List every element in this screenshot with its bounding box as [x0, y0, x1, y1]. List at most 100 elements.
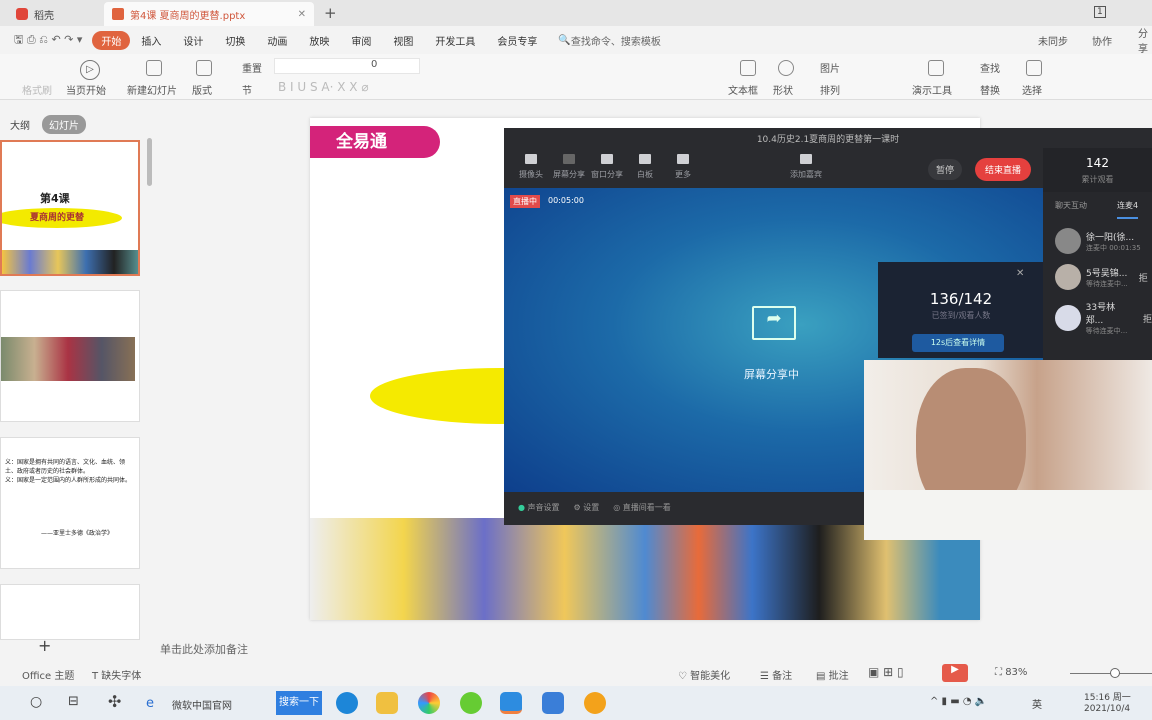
- whiteboard-icon: [639, 154, 651, 164]
- screen-share-button[interactable]: 屏幕分享: [552, 154, 586, 180]
- play-slideshow-button[interactable]: ▶: [942, 664, 968, 682]
- tab-docer[interactable]: 稻壳: [8, 2, 62, 26]
- scrollbar[interactable]: [147, 138, 152, 186]
- grid-icon: [677, 154, 689, 164]
- slide-thumbnail-2[interactable]: [0, 290, 140, 422]
- menu-slideshow[interactable]: 放映: [298, 33, 340, 48]
- window-count-icon[interactable]: 1: [1094, 6, 1106, 18]
- textbox-button[interactable]: 文本框: [728, 82, 758, 97]
- present-tools-button[interactable]: 演示工具: [912, 82, 952, 97]
- theme-label[interactable]: Office 主题: [22, 667, 74, 682]
- reset-button[interactable]: 重置: [242, 60, 262, 75]
- task-view-icon[interactable]: ⊟: [68, 694, 79, 709]
- menu-transition[interactable]: 切换: [214, 33, 256, 48]
- ie-green-icon[interactable]: [460, 692, 482, 714]
- format-painter-button[interactable]: 格式刷: [22, 82, 52, 97]
- file-explorer-icon[interactable]: [376, 692, 398, 714]
- avatar: [1055, 305, 1081, 331]
- avatar: [1055, 228, 1081, 254]
- menu-review[interactable]: 审阅: [340, 33, 382, 48]
- add-guest-button[interactable]: 添加嘉宾: [784, 154, 828, 180]
- end-live-button[interactable]: 结束直播: [975, 158, 1032, 181]
- tab-mic-link[interactable]: 连麦4: [1117, 200, 1139, 219]
- contact-item[interactable]: 33号林郑... 等待连麦中... 拒: [1055, 300, 1152, 336]
- wps-icon[interactable]: [542, 692, 564, 714]
- ie-icon[interactable]: e: [146, 696, 154, 711]
- zoom-level[interactable]: ⛶ 83%: [995, 667, 1027, 678]
- live-app-icon[interactable]: [584, 692, 606, 714]
- tray-icons[interactable]: ^ ▮ ▬ ◔ 🔈: [930, 696, 987, 707]
- shape-button[interactable]: 形状: [773, 82, 793, 97]
- reject-button[interactable]: 拒: [1143, 312, 1152, 325]
- beautify-button[interactable]: ♡ 智能美化: [678, 667, 730, 682]
- reject-button[interactable]: 拒: [1139, 271, 1148, 284]
- window-share-button[interactable]: 窗口分享: [590, 154, 624, 180]
- contact-item[interactable]: 5号吴锦... 等待连麦中... 拒: [1055, 264, 1148, 290]
- cortana-icon[interactable]: ○: [30, 694, 42, 710]
- pause-button[interactable]: 暂停: [928, 159, 963, 180]
- tab-document[interactable]: 第4课 夏商周的更替.pptx ✕: [104, 2, 314, 26]
- new-tab-icon[interactable]: +: [324, 4, 337, 22]
- clock-date[interactable]: 2021/10/4: [1084, 704, 1130, 714]
- camera-button[interactable]: 摄像头: [514, 154, 548, 180]
- close-icon[interactable]: ✕: [1016, 268, 1024, 279]
- preview-button[interactable]: ◎ 直播间看一看: [613, 502, 671, 513]
- view-mode-icons[interactable]: ▣ ⊞ ▯: [868, 665, 904, 679]
- tab-outline[interactable]: 大纲: [10, 117, 30, 132]
- slide-thumbnail-3[interactable]: 义：国家是拥有共同的语言、文化、血统、领土、政府或者历史的社会群体。 义：国家是一…: [0, 437, 140, 569]
- ppt-file-icon: [112, 8, 124, 20]
- menu-member[interactable]: 会员专享: [486, 33, 548, 48]
- sync-status[interactable]: 未同步: [1038, 33, 1068, 48]
- arrange-button[interactable]: 排列: [820, 82, 840, 97]
- new-slide-button[interactable]: 新建幻灯片: [127, 82, 177, 97]
- font-size-field[interactable]: 0: [274, 58, 420, 74]
- view-details-button[interactable]: 12s后查看详情: [912, 334, 1004, 352]
- menu-design[interactable]: 设计: [172, 33, 214, 48]
- live-sidebar: 142 累计观看 聊天互动 连麦4 徐一阳(徐... 连麦中 00:01:35 5…: [1043, 148, 1152, 360]
- feishu-icon[interactable]: [500, 692, 522, 714]
- replace-button[interactable]: 替换: [980, 82, 1000, 97]
- collab-button[interactable]: 协作: [1092, 33, 1112, 48]
- menu-developer[interactable]: 开发工具: [424, 33, 486, 48]
- play-from-current-button[interactable]: 当页开始: [66, 82, 106, 97]
- browser-tab[interactable]: 微软中国官网: [172, 697, 232, 712]
- missing-font-button[interactable]: T 缺失字体: [92, 667, 141, 682]
- tab-slides[interactable]: 幻灯片: [42, 115, 86, 134]
- share-button[interactable]: 分享: [1138, 25, 1152, 55]
- app-icon[interactable]: ✣: [108, 692, 121, 711]
- section-button[interactable]: 节: [242, 82, 252, 97]
- layout-button[interactable]: 版式: [192, 82, 212, 97]
- menu-animation[interactable]: 动画: [256, 33, 298, 48]
- checkin-popup: ✕ 136/142 已签到/观看人数 12s后查看详情: [878, 262, 1044, 358]
- contact-item[interactable]: 徐一阳(徐... 连麦中 00:01:35: [1055, 228, 1141, 254]
- settings-button[interactable]: ⚙ 设置: [574, 502, 600, 513]
- window-icon: [601, 154, 613, 164]
- command-search[interactable]: 查找命令、搜索模板: [571, 33, 661, 48]
- ime-indicator[interactable]: 英: [1032, 696, 1042, 711]
- select-button[interactable]: 选择: [1022, 82, 1042, 97]
- menu-home[interactable]: 开始: [92, 30, 131, 50]
- slide-thumbnail-4[interactable]: [0, 584, 140, 640]
- comments-button[interactable]: ▤ 批注: [816, 667, 849, 682]
- menu-view[interactable]: 视图: [382, 33, 424, 48]
- webcam-feed: [864, 360, 1152, 540]
- more-button[interactable]: 更多: [666, 154, 700, 180]
- picture-button[interactable]: 图片: [820, 60, 840, 75]
- notes-placeholder[interactable]: 单击此处添加备注: [160, 641, 248, 657]
- font-style-buttons[interactable]: B I U S A· X X ⌀: [278, 80, 369, 94]
- edge-icon[interactable]: [336, 692, 358, 714]
- sound-settings-button[interactable]: ● 声音设置: [518, 502, 560, 513]
- find-button[interactable]: 查找: [980, 60, 1000, 75]
- zoom-slider-handle[interactable]: [1110, 668, 1120, 678]
- notes-button[interactable]: ☰ 备注: [760, 667, 792, 682]
- quick-access-icons[interactable]: 🖫 ⎙ ⎌ ↶ ↷ ▾: [14, 31, 82, 50]
- menu-insert[interactable]: 插入: [130, 33, 172, 48]
- close-icon[interactable]: ✕: [298, 9, 306, 20]
- search-button[interactable]: 搜索一下: [276, 691, 322, 715]
- add-slide-icon[interactable]: +: [38, 636, 51, 655]
- tab-chat[interactable]: 聊天互动: [1055, 200, 1087, 211]
- whiteboard-button[interactable]: 白板: [628, 154, 662, 180]
- slide-thumbnail-1[interactable]: 第4课 夏商周的更替: [0, 140, 140, 276]
- browser-icon[interactable]: [418, 692, 440, 714]
- clock-time[interactable]: 15:16 周一: [1084, 690, 1131, 703]
